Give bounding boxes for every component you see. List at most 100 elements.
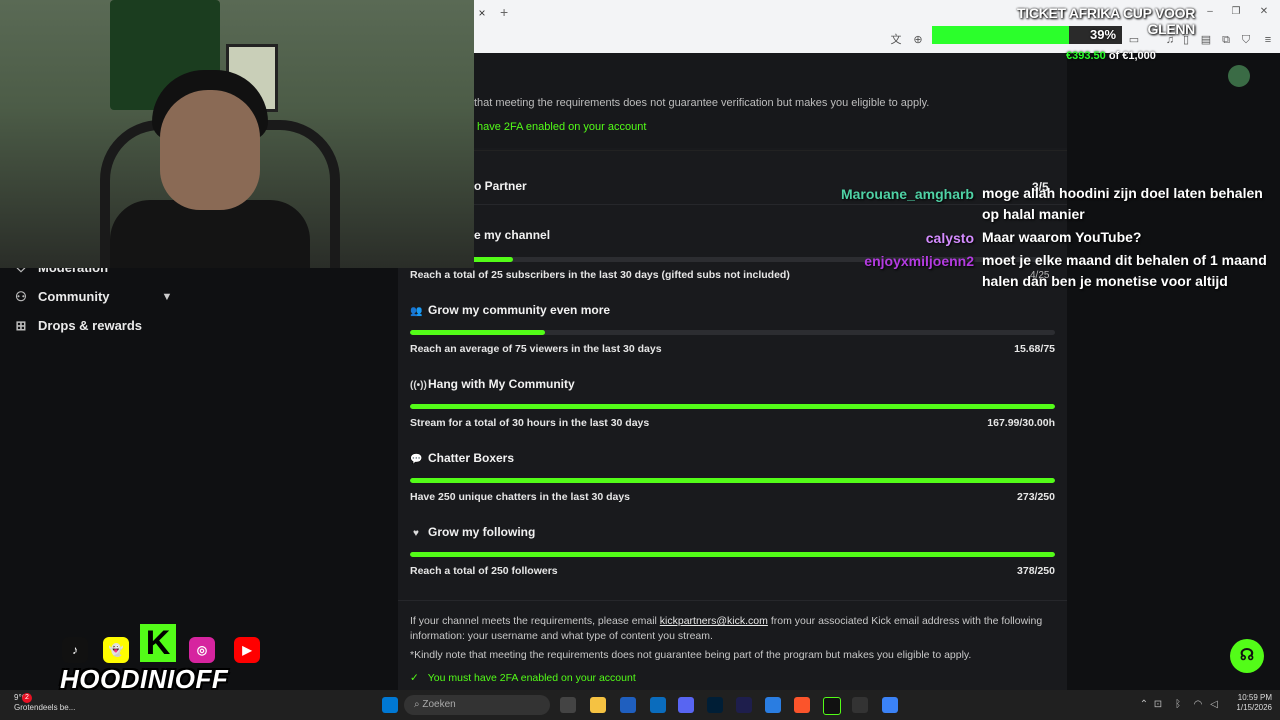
partner-instructions: If your channel meets the requirements, … [410, 614, 1050, 644]
gift-icon: ⊞ [15, 318, 27, 333]
extensions-icon[interactable]: ⧉ [1220, 34, 1232, 46]
chat-username: enjoyxmiljoenn2 [864, 253, 974, 269]
divider [398, 204, 1067, 205]
goal-value: 15.68/75 [1014, 343, 1055, 355]
goal-requirement-channel: Reach a total of 25 subscribers in the l… [410, 269, 790, 281]
progress-bar [410, 478, 1055, 483]
goal-hang-community: ((•))Hang with My Community [410, 377, 575, 391]
progress-fill [410, 478, 1055, 483]
goal-requirement: Have 250 unique chatters in the last 30 … [410, 491, 631, 503]
kick-logo-icon: K [140, 624, 176, 662]
outlook-icon[interactable] [650, 697, 666, 713]
file-explorer-icon[interactable] [590, 697, 606, 713]
task-view-icon[interactable] [560, 697, 576, 713]
sidebar-item-drops[interactable]: ⊞ Drops & rewards [14, 316, 143, 336]
goal-title: Grow my community even more [428, 303, 611, 317]
goal-title: Grow my following [428, 525, 536, 539]
chat-message: moet je elke maand dit behalen of 1 maan… [982, 252, 1267, 289]
chat-message: Maar waarom YouTube? [982, 229, 1142, 245]
bluetooth-icon[interactable]: ᛒ [1172, 699, 1184, 711]
restore-icon[interactable]: ❐ [1230, 6, 1242, 18]
translate-icon[interactable]: 文 [890, 34, 902, 46]
wallet-icon[interactable]: ▤ [1200, 34, 1212, 46]
chevron-up-icon[interactable]: ⌃ [1138, 699, 1150, 711]
weather-text: Grotendeels be... [14, 703, 76, 712]
discord-icon[interactable] [678, 697, 694, 713]
brave-browser-icon[interactable] [794, 697, 810, 713]
streamer-body [110, 200, 310, 268]
check-icon: ✓ [410, 672, 419, 684]
progress-bar [410, 404, 1055, 409]
premiere-icon[interactable] [736, 697, 752, 713]
network-icon[interactable]: ⊡ [1152, 699, 1164, 711]
store-icon[interactable] [620, 697, 636, 713]
goal-requirement: Stream for a total of 30 hours in the la… [410, 417, 650, 429]
snapchat-icon: 👻 [103, 637, 129, 663]
new-tab-button[interactable]: + [500, 5, 512, 19]
partner-email-link[interactable]: kickpartners@kick.com [660, 615, 768, 627]
close-tab-button[interactable]: × [476, 6, 488, 20]
windows-start-icon[interactable] [382, 697, 398, 713]
goal-requirement: Reach an average of 75 viewers in the la… [410, 343, 662, 355]
chat-username: calysto [925, 230, 974, 246]
goal-value: 273/250 [1017, 491, 1055, 503]
search-icon: ⌕ [414, 699, 420, 710]
chat-message: moge allah hoodini zijn doel laten behal… [982, 185, 1263, 222]
sidebar-item-community[interactable]: ⚇ Community [14, 287, 110, 307]
shield-icon[interactable]: ⛉ [1240, 34, 1252, 46]
goal-requirement: Reach a total of 250 followers [410, 565, 558, 577]
verification-note: that meeting the requirements does not g… [474, 97, 930, 109]
users-icon: ⚇ [15, 289, 27, 304]
wifi-icon[interactable]: ◠ [1192, 699, 1204, 711]
partner-disclaimer: *Kindly note that meeting the requiremen… [410, 649, 972, 661]
instructions-prefix: If your channel meets the requirements, … [410, 615, 660, 627]
tiktok-icon: ♪ [62, 637, 88, 663]
zoom-icon[interactable]: ⊕ [912, 34, 924, 46]
photoshop-icon[interactable] [707, 697, 723, 713]
youtube-icon: ▶ [234, 637, 260, 663]
obs-icon[interactable] [852, 697, 868, 713]
heart-icon: ♥ [413, 528, 419, 539]
progress-bar [410, 330, 1055, 335]
goal-current: €393.50 [1066, 50, 1106, 62]
twofa-text: You must have 2FA enabled on your accoun… [427, 672, 636, 684]
close-window-icon[interactable]: ✕ [1258, 6, 1270, 18]
clock[interactable]: 10:59 PM 1/15/2026 [1222, 693, 1272, 717]
app-icon[interactable] [882, 697, 898, 713]
minimize-icon[interactable]: – [1204, 6, 1216, 18]
goal-grow-community: 👥 Grow my community even more [410, 303, 610, 317]
goal-title: Hang with My Community [428, 377, 575, 391]
instagram-icon: ◎ [189, 637, 215, 663]
stream-goal-fill [932, 26, 1070, 44]
volume-icon[interactable]: ◁ [1208, 699, 1220, 711]
search-placeholder: Zoeken [422, 699, 456, 710]
avatar[interactable] [1228, 65, 1250, 87]
sidebar-item-label: Community [38, 289, 110, 304]
webcam-feed [0, 0, 474, 268]
progress-fill [410, 404, 1055, 409]
goal-title-channel: e my channel [474, 228, 551, 242]
clock-time: 10:59 PM [1237, 693, 1272, 702]
goal-value: 167.99/30.00h [987, 417, 1055, 429]
stream-goal-title: TICKET AFRIKA CUP VOOR GLENN [1017, 5, 1195, 37]
headset-icon[interactable]: ☊ [1230, 639, 1264, 673]
chevron-down-icon[interactable]: ▼ [160, 290, 174, 304]
clock-date: 1/15/2026 [1236, 703, 1272, 712]
progress-bar [410, 552, 1055, 557]
kick-app-icon[interactable] [823, 697, 841, 715]
divider [398, 600, 1067, 601]
taskbar-search[interactable]: ⌕ Zoeken [404, 695, 550, 715]
notification-badge: 2 [22, 693, 32, 703]
progress-fill [410, 330, 545, 335]
goal-target: of €1,000 [1108, 50, 1156, 62]
broadcast-icon: ((•)) [410, 380, 427, 391]
twofa-text: have 2FA enabled on your account [477, 121, 647, 133]
twofa-requirement: have 2FA enabled on your account [477, 121, 646, 133]
chat-username: Marouane_amgharb [840, 186, 974, 202]
twofa-requirement: ✓ You must have 2FA enabled on your acco… [410, 672, 636, 684]
app-icon[interactable] [765, 697, 781, 713]
users-icon: 👥 [410, 306, 423, 317]
goal-title: Chatter Boxers [428, 451, 515, 465]
menu-icon[interactable]: ≡ [1262, 34, 1274, 46]
divider [398, 150, 1067, 151]
